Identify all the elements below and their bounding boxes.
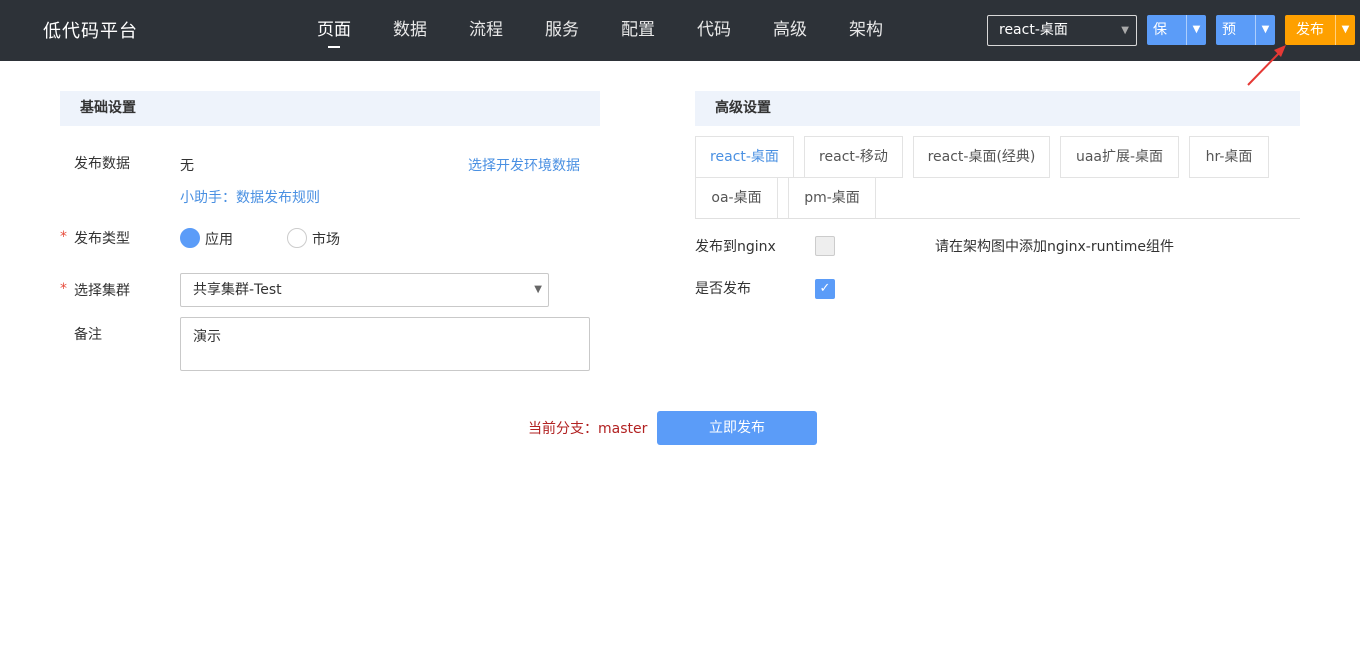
do-publish-checkbox[interactable]: ✓	[815, 279, 835, 299]
publish-dropdown-icon[interactable]: ▼	[1335, 15, 1355, 45]
nginx-hint: 请在架构图中添加nginx-runtime组件	[935, 239, 1174, 255]
cluster-select-value: 共享集群-Test	[193, 282, 282, 298]
save-dropdown-icon[interactable]: ▼	[1186, 15, 1206, 45]
basic-settings-title: 基础设置	[60, 91, 600, 126]
do-publish-label: 是否发布	[695, 281, 751, 297]
required-mark: *	[60, 281, 67, 297]
tabs-divider	[695, 218, 1300, 219]
remark-textarea[interactable]: 演示	[180, 317, 590, 371]
nav-item-code[interactable]: 代码	[676, 0, 752, 61]
publish-type-label: 发布类型	[74, 231, 130, 247]
current-branch-text: 当前分支：master	[528, 421, 648, 437]
remark-label: 备注	[74, 327, 102, 343]
nav-item-data[interactable]: 数据	[372, 0, 448, 61]
env-select-value: react-桌面	[999, 22, 1068, 38]
top-bar: 低代码平台 页面 数据 流程 服务 配置 代码 高级 架构 react-桌面 ▼…	[0, 0, 1360, 61]
advanced-settings-title: 高级设置	[695, 91, 1300, 126]
tab-pm-desktop[interactable]: pm-桌面	[788, 177, 876, 219]
radio-app-label: 应用	[205, 232, 233, 248]
main-nav: 页面 数据 流程 服务 配置 代码 高级 架构	[296, 0, 904, 61]
radio-app[interactable]	[180, 228, 200, 248]
tab-react-desktop[interactable]: react-桌面	[695, 136, 794, 178]
annotation-arrow-icon	[1247, 45, 1286, 86]
nav-item-config[interactable]: 配置	[600, 0, 676, 61]
tab-react-desktop-classic[interactable]: react-桌面(经典)	[913, 136, 1050, 178]
cluster-select[interactable]: 共享集群-Test ▼	[180, 273, 549, 307]
chevron-down-icon: ▼	[1121, 25, 1129, 36]
required-mark: *	[60, 229, 67, 245]
nav-item-page[interactable]: 页面	[296, 0, 372, 61]
save-split-button: 保存 ▼	[1147, 15, 1206, 45]
publish-data-value: 无	[180, 158, 194, 174]
nav-item-architecture[interactable]: 架构	[828, 0, 904, 61]
app-brand: 低代码平台	[43, 21, 138, 42]
publish-data-label: 发布数据	[74, 156, 130, 172]
nav-item-advanced[interactable]: 高级	[752, 0, 828, 61]
nginx-checkbox[interactable]	[815, 236, 835, 256]
cluster-label: 选择集群	[74, 283, 130, 299]
choose-env-data-link[interactable]: 选择开发环境数据	[468, 155, 580, 175]
tab-hr-desktop[interactable]: hr-桌面	[1189, 136, 1269, 178]
nav-item-flow[interactable]: 流程	[448, 0, 524, 61]
helper-rules-link[interactable]: 小助手：数据发布规则	[180, 187, 320, 207]
nginx-label: 发布到nginx	[695, 239, 776, 255]
tab-oa-desktop[interactable]: oa-桌面	[695, 177, 778, 219]
tab-react-mobile[interactable]: react-移动	[804, 136, 903, 178]
radio-market[interactable]	[287, 228, 307, 248]
tab-uaa-desktop[interactable]: uaa扩展-桌面	[1060, 136, 1179, 178]
check-icon: ✓	[819, 281, 831, 296]
radio-market-label: 市场	[312, 232, 340, 248]
publish-now-button[interactable]: 立即发布	[657, 411, 817, 445]
nav-item-service[interactable]: 服务	[524, 0, 600, 61]
env-select[interactable]: react-桌面 ▼	[987, 15, 1137, 46]
chevron-down-icon: ▼	[534, 284, 542, 295]
save-button[interactable]: 保存	[1147, 15, 1186, 45]
